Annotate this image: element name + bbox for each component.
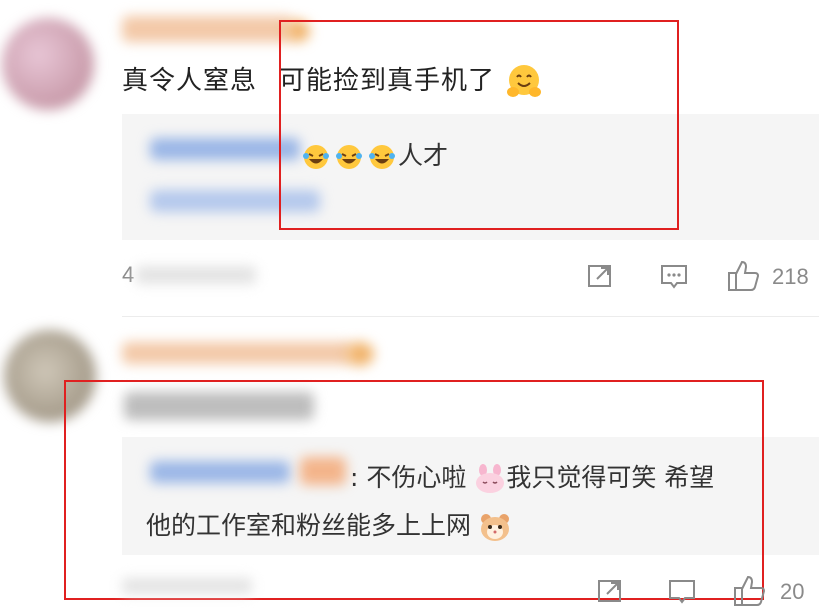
timestamp-blurred (122, 578, 252, 594)
timestamp-blurred (136, 266, 256, 284)
highlight-box-1 (279, 20, 679, 230)
username[interactable] (122, 16, 292, 42)
username[interactable] (122, 342, 352, 364)
like-count: 218 (772, 264, 809, 289)
reply-username[interactable] (150, 138, 300, 160)
like-icon[interactable] (726, 259, 762, 293)
comment-icon[interactable] (659, 262, 689, 292)
like-count: 20 (780, 579, 805, 604)
highlight-box-2 (64, 380, 764, 600)
comment-text-part1: 真令人窒息 (122, 66, 258, 96)
user-badge (346, 342, 374, 366)
comment-icon[interactable] (667, 577, 697, 607)
share-icon[interactable] (586, 262, 614, 290)
share-icon[interactable] (596, 577, 624, 605)
timestamp: 4 (122, 262, 135, 287)
like-icon[interactable] (732, 574, 768, 608)
avatar[interactable] (2, 18, 94, 110)
divider (122, 316, 819, 317)
